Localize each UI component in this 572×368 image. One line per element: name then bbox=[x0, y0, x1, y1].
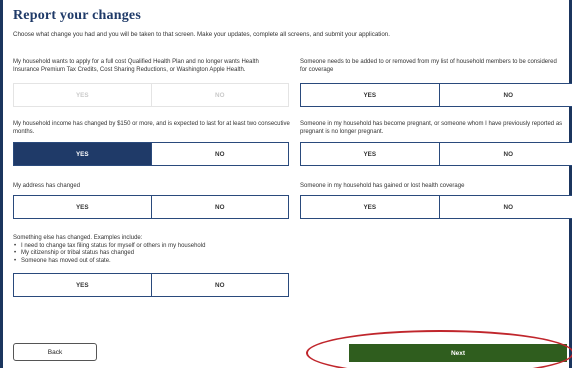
question-health-coverage-yes-button[interactable]: YES bbox=[301, 196, 440, 218]
question-other-change-no-button[interactable]: NO bbox=[151, 274, 288, 296]
report-changes-panel: Report your changes Choose what change y… bbox=[3, 0, 572, 368]
question-income-toggle: YES NO bbox=[13, 142, 289, 166]
question-qhp-no-button: NO bbox=[151, 84, 288, 106]
question-household-members-toggle: YES NO bbox=[300, 83, 572, 107]
question-household-members-yes-button[interactable]: YES bbox=[301, 84, 440, 106]
question-health-coverage-toggle: YES NO bbox=[300, 195, 572, 219]
question-household-members-text: Someone needs to be added to or removed … bbox=[300, 59, 557, 73]
page-title: Report your changes bbox=[13, 8, 141, 23]
question-income-yes-button[interactable]: YES bbox=[14, 143, 152, 165]
example-item: I need to change tax filing status for m… bbox=[13, 243, 293, 251]
page-intro: Choose what change you had and you will … bbox=[13, 31, 390, 38]
question-qhp-yes-button: YES bbox=[14, 84, 152, 106]
question-health-coverage-no-button[interactable]: NO bbox=[439, 196, 572, 218]
highlight-ellipse bbox=[306, 330, 572, 368]
question-other-change-toggle: YES NO bbox=[13, 273, 289, 297]
question-income-no-button[interactable]: NO bbox=[151, 143, 288, 165]
question-health-coverage-text: Someone in my household has gained or lo… bbox=[300, 183, 465, 189]
question-pregnancy-text: Someone in my household has become pregn… bbox=[300, 121, 563, 135]
question-pregnancy-yes-button[interactable]: YES bbox=[301, 143, 440, 165]
question-income-text: My household income has changed by $150 … bbox=[13, 121, 290, 135]
question-pregnancy-toggle: YES NO bbox=[300, 142, 572, 166]
question-other-change: Something else has changed. Examples inc… bbox=[13, 235, 293, 265]
question-address-yes-button[interactable]: YES bbox=[14, 196, 152, 218]
back-button[interactable]: Back bbox=[13, 343, 97, 361]
question-other-change-text: Something else has changed. Examples inc… bbox=[13, 235, 143, 241]
question-address-toggle: YES NO bbox=[13, 195, 289, 219]
question-qhp-toggle: YES NO bbox=[13, 83, 289, 107]
question-pregnancy-no-button[interactable]: NO bbox=[439, 143, 572, 165]
question-household-members-no-button[interactable]: NO bbox=[439, 84, 572, 106]
question-address-no-button[interactable]: NO bbox=[151, 196, 288, 218]
example-item: My citizenship or tribal status has chan… bbox=[13, 250, 293, 258]
question-qhp-text: My household wants to apply for a full c… bbox=[13, 59, 259, 73]
question-other-change-yes-button[interactable]: YES bbox=[14, 274, 152, 296]
question-address-text: My address has changed bbox=[13, 183, 81, 189]
example-list: I need to change tax filing status for m… bbox=[13, 243, 293, 266]
example-item: Someone has moved out of state. bbox=[13, 258, 293, 266]
